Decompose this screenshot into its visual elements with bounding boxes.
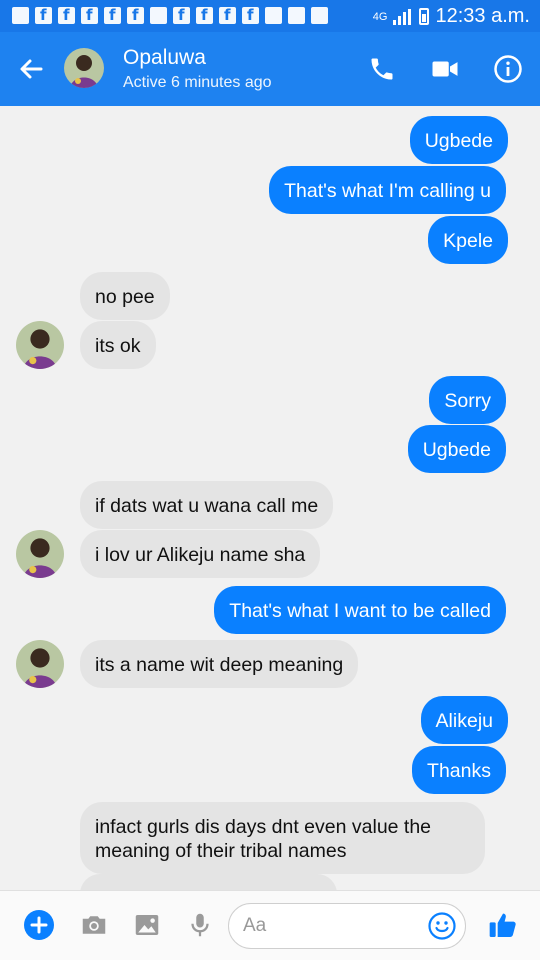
camera-button[interactable] bbox=[77, 908, 111, 942]
sender-avatar[interactable] bbox=[16, 530, 64, 578]
message-bubble-incoming[interactable]: its ok bbox=[80, 321, 156, 369]
message-bubble-outgoing[interactable]: Alikeju bbox=[420, 696, 508, 744]
message-bubble-incoming[interactable]: infact gurls dis days dnt even value the… bbox=[80, 802, 485, 874]
message-bubble-outgoing[interactable]: Sorry bbox=[429, 376, 506, 424]
more-actions-button[interactable] bbox=[22, 908, 56, 942]
facebook-notification-icon bbox=[58, 6, 75, 24]
message-thread[interactable]: Ugbede That's what I'm calling u Kpele n… bbox=[0, 106, 540, 890]
emoji-button[interactable] bbox=[427, 911, 457, 941]
contact-avatar[interactable] bbox=[64, 48, 104, 88]
message-bubble-outgoing[interactable]: Ugbede bbox=[409, 116, 508, 164]
video-camera-icon bbox=[432, 61, 458, 77]
sender-avatar[interactable] bbox=[16, 640, 64, 688]
message-bubble-incoming[interactable]: no pee bbox=[80, 272, 170, 320]
message-bubble-outgoing[interactable]: Ugbede bbox=[407, 425, 506, 473]
back-button[interactable] bbox=[16, 54, 46, 84]
message-input-container[interactable] bbox=[228, 903, 466, 949]
avatar-photo bbox=[16, 321, 64, 369]
call-button[interactable] bbox=[367, 54, 397, 84]
sender-avatar[interactable] bbox=[16, 321, 64, 369]
composer-bar bbox=[0, 890, 540, 960]
notification-icons bbox=[12, 6, 328, 24]
message-bubble-outgoing[interactable]: Thanks bbox=[412, 746, 506, 794]
camera-icon bbox=[82, 916, 106, 934]
facebook-notification-icon bbox=[81, 6, 98, 24]
smiley-icon bbox=[428, 912, 456, 940]
phone-icon bbox=[371, 58, 393, 80]
facebook-notification-icon bbox=[196, 6, 213, 24]
facebook-notification-icon bbox=[127, 6, 144, 24]
clock: 12:33 a.m. bbox=[435, 5, 530, 27]
messages-notification-icon bbox=[12, 7, 29, 24]
message-bubble-incoming[interactable]: if dats wat u wana call me bbox=[80, 481, 334, 529]
message-bubble-partial[interactable] bbox=[80, 874, 337, 890]
status-bar: 4G 12:33 a.m. bbox=[0, 0, 540, 32]
facebook-notification-icon bbox=[173, 6, 190, 24]
video-call-button[interactable] bbox=[430, 54, 460, 84]
image-icon bbox=[135, 915, 159, 935]
message-bubble-incoming[interactable]: its a name wit deep meaning bbox=[80, 640, 359, 688]
arrow-left-icon bbox=[20, 59, 43, 79]
message-bubble-outgoing[interactable]: That's what I'm calling u bbox=[269, 166, 506, 214]
contact-name: Opaluwa bbox=[123, 46, 206, 69]
microphone-icon bbox=[191, 913, 209, 937]
facebook-notification-icon bbox=[242, 6, 259, 24]
facebook-notification-icon bbox=[35, 6, 52, 24]
avatar-photo bbox=[64, 48, 104, 88]
message-bubble-outgoing[interactable]: Kpele bbox=[428, 216, 508, 264]
voice-message-button[interactable] bbox=[183, 908, 217, 942]
facebook-notification-icon bbox=[219, 6, 236, 24]
plus-icon bbox=[24, 910, 54, 940]
active-status: Active 6 minutes ago bbox=[123, 74, 272, 91]
message-bubble-outgoing[interactable]: That's what I want to be called bbox=[214, 586, 506, 634]
network-type: 4G bbox=[372, 10, 388, 23]
gallery-button[interactable] bbox=[130, 908, 164, 942]
info-button[interactable] bbox=[493, 54, 523, 84]
avatar-photo bbox=[16, 640, 64, 688]
conversation-header: Opaluwa Active 6 minutes ago bbox=[0, 32, 540, 106]
facebook-notification-icon bbox=[104, 6, 121, 24]
avatar-photo bbox=[16, 530, 64, 578]
message-input[interactable] bbox=[243, 912, 413, 940]
info-icon bbox=[494, 55, 522, 83]
battery-icon bbox=[419, 8, 430, 25]
message-bubble-incoming[interactable]: i lov ur Alikeju name sha bbox=[80, 530, 321, 578]
bag-icon bbox=[311, 7, 328, 24]
signal-icon bbox=[393, 8, 413, 25]
image-notification-icon bbox=[288, 7, 305, 24]
thumbs-up-icon bbox=[489, 913, 516, 937]
friend-request-icon bbox=[150, 7, 167, 24]
warning-icon bbox=[265, 7, 282, 24]
like-button[interactable] bbox=[486, 908, 520, 942]
